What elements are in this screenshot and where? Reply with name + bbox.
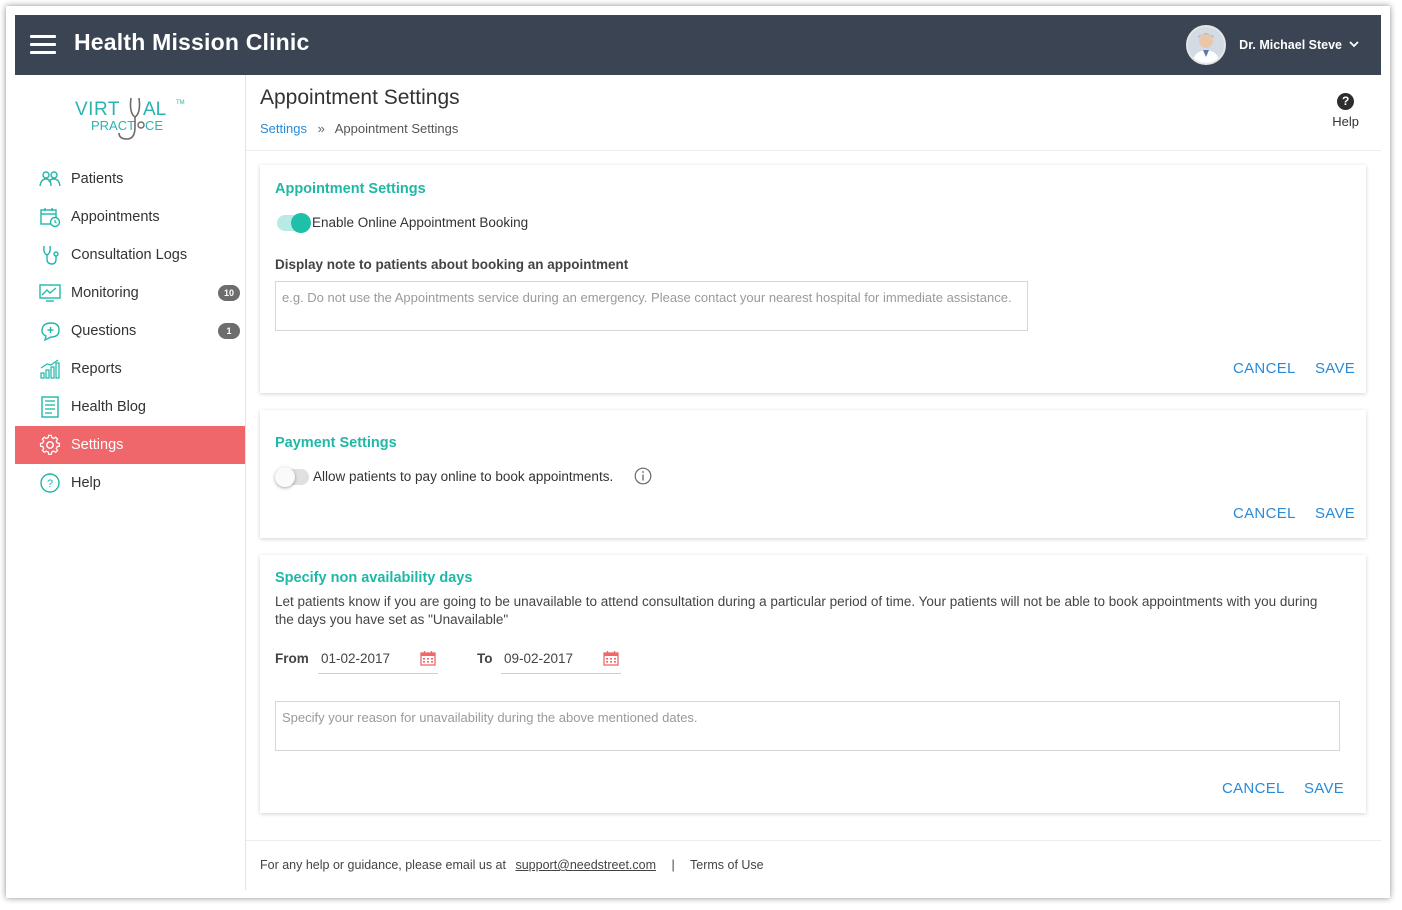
top-bar: Health Mission Clinic Dr. Michael Steve bbox=[15, 15, 1381, 75]
footer-help-text: For any help or guidance, please email u… bbox=[260, 858, 506, 872]
avatar[interactable] bbox=[1186, 25, 1227, 65]
patients-icon bbox=[39, 168, 61, 190]
sidebar-item-health-blog[interactable]: Health Blog bbox=[15, 388, 245, 426]
virtual-practice-logo: VIRT AL TM PRACT CE bbox=[73, 93, 193, 149]
questions-icon bbox=[39, 320, 61, 342]
online-booking-label: Enable Online Appointment Booking bbox=[312, 215, 529, 230]
save-button[interactable]: SAVE bbox=[1315, 360, 1355, 377]
to-date-value: 09-02-2017 bbox=[504, 651, 574, 666]
sidebar-item-label: Questions bbox=[71, 323, 137, 339]
svg-text:PRACT: PRACT bbox=[91, 118, 135, 133]
support-email-link[interactable]: support@needstreet.com bbox=[515, 858, 656, 872]
help-label: Help bbox=[1332, 114, 1359, 129]
online-payment-label: Allow patients to pay online to book app… bbox=[313, 469, 614, 484]
sidebar-item-help[interactable]: ? Help bbox=[15, 464, 245, 502]
footer-text: For any help or guidance, please email u… bbox=[260, 858, 764, 872]
question-circle-icon: ? bbox=[1337, 93, 1355, 110]
calendar-icon[interactable] bbox=[420, 650, 436, 666]
cancel-button[interactable]: CANCEL bbox=[1233, 505, 1296, 522]
sidebar-item-appointments[interactable]: Appointments bbox=[15, 198, 245, 236]
sidebar-item-questions[interactable]: Questions 1 bbox=[15, 312, 245, 350]
to-label: To bbox=[477, 651, 493, 666]
sidebar-item-label: Settings bbox=[71, 437, 124, 453]
sidebar-item-patients[interactable]: Patients bbox=[15, 160, 245, 198]
non-availability-description: Let patients know if you are going to be… bbox=[275, 594, 1318, 627]
breadcrumb: Settings » Appointment Settings bbox=[260, 121, 458, 136]
breadcrumb-current: Appointment Settings bbox=[334, 121, 459, 136]
help-circle-icon: ? bbox=[39, 472, 61, 494]
sidebar-item-label: Appointments bbox=[71, 209, 160, 225]
monitoring-count-badge: 10 bbox=[218, 285, 240, 301]
sidebar-item-label: Help bbox=[71, 475, 101, 491]
svg-text:?: ? bbox=[47, 478, 53, 490]
blog-icon bbox=[39, 396, 61, 418]
sidebar-item-consultation-logs[interactable]: Consultation Logs bbox=[15, 236, 245, 274]
footer-separator: | bbox=[671, 858, 675, 872]
hamburger-menu-icon[interactable] bbox=[30, 35, 56, 55]
cancel-button[interactable]: CANCEL bbox=[1233, 360, 1296, 377]
online-booking-toggle[interactable] bbox=[277, 213, 311, 233]
monitoring-icon bbox=[39, 282, 61, 304]
online-payment-toggle[interactable] bbox=[275, 467, 309, 487]
from-label: From bbox=[275, 651, 309, 666]
sidebar-item-monitoring[interactable]: Monitoring 10 bbox=[15, 274, 245, 312]
save-button[interactable]: SAVE bbox=[1304, 780, 1344, 797]
non-availability-title: Specify non availability days bbox=[275, 570, 473, 586]
payment-settings-title: Payment Settings bbox=[275, 435, 397, 451]
sidebar-item-label: Monitoring bbox=[71, 285, 139, 301]
booking-note-textarea[interactable]: e.g. Do not use the Appointments service… bbox=[275, 281, 1028, 331]
from-date-value: 01-02-2017 bbox=[321, 651, 391, 666]
save-button[interactable]: SAVE bbox=[1315, 505, 1355, 522]
sidebar-item-label: Reports bbox=[71, 361, 122, 377]
terms-of-use-link[interactable]: Terms of Use bbox=[690, 858, 764, 872]
payment-settings-card: Payment Settings Allow patients to pay o… bbox=[260, 410, 1366, 538]
user-menu[interactable]: Dr. Michael Steve bbox=[1186, 25, 1359, 65]
gear-icon bbox=[39, 434, 61, 456]
chevron-down-icon[interactable] bbox=[1349, 39, 1359, 51]
non-availability-card: Specify non availability days Let patien… bbox=[260, 555, 1366, 813]
user-name: Dr. Michael Steve bbox=[1239, 38, 1342, 52]
sidebar-item-reports[interactable]: Reports bbox=[15, 350, 245, 388]
page-header: Appointment Settings Settings » Appointm… bbox=[246, 75, 1381, 151]
sidebar-item-label: Patients bbox=[71, 171, 124, 187]
reports-icon bbox=[39, 358, 61, 380]
sidebar-item-settings[interactable]: Settings bbox=[15, 426, 245, 464]
sidebar: VIRT AL TM PRACT CE Patients Appointment… bbox=[15, 75, 246, 890]
stethoscope-icon bbox=[39, 244, 61, 266]
questions-count-badge: 1 bbox=[218, 323, 240, 339]
sidebar-nav: Patients Appointments Consultation Logs … bbox=[15, 160, 245, 502]
svg-text:TM: TM bbox=[176, 100, 185, 106]
appointments-icon bbox=[39, 206, 61, 228]
cancel-button[interactable]: CANCEL bbox=[1222, 780, 1285, 797]
app-title: Health Mission Clinic bbox=[74, 29, 310, 55]
svg-text:VIRT: VIRT bbox=[75, 99, 120, 120]
page-title: Appointment Settings bbox=[260, 86, 460, 109]
booking-note-label: Display note to patients about booking a… bbox=[275, 257, 629, 272]
calendar-icon[interactable] bbox=[603, 650, 619, 666]
unavailability-reason-textarea[interactable]: Specify your reason for unavailability d… bbox=[275, 701, 1340, 751]
appointment-settings-title: Appointment Settings bbox=[275, 181, 426, 197]
svg-text:AL: AL bbox=[143, 99, 166, 120]
to-date-input[interactable]: 09-02-2017 bbox=[501, 648, 621, 674]
breadcrumb-separator: » bbox=[317, 121, 325, 136]
svg-text:CE: CE bbox=[145, 118, 163, 133]
from-date-input[interactable]: 01-02-2017 bbox=[318, 648, 438, 674]
info-icon[interactable] bbox=[634, 467, 652, 490]
appointment-settings-card: Appointment Settings Enable Online Appoi… bbox=[260, 165, 1366, 393]
breadcrumb-settings-link[interactable]: Settings bbox=[260, 121, 307, 136]
sidebar-item-label: Health Blog bbox=[71, 399, 146, 415]
help-button[interactable]: ? Help bbox=[1332, 93, 1359, 129]
footer: For any help or guidance, please email u… bbox=[246, 840, 1381, 890]
sidebar-item-label: Consultation Logs bbox=[71, 247, 188, 263]
